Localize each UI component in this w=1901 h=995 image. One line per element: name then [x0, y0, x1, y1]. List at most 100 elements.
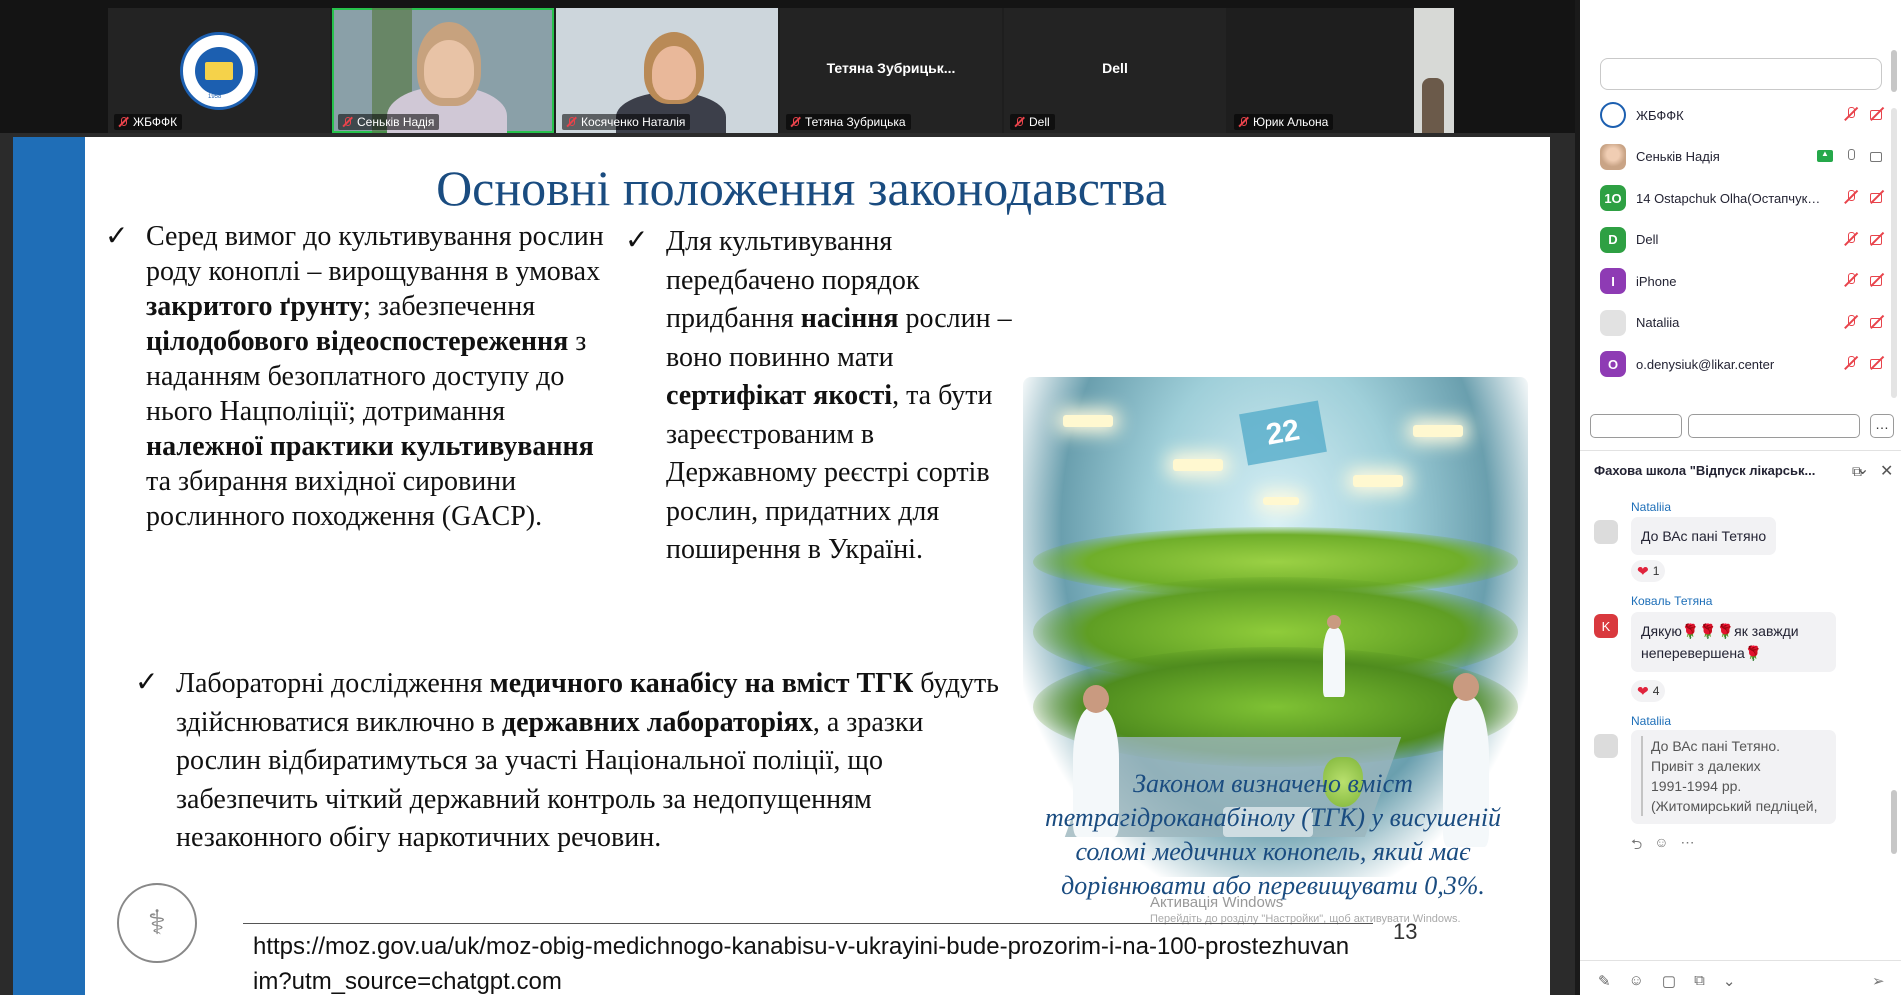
camera-off-icon[interactable] — [1869, 272, 1885, 288]
invite-button[interactable] — [1590, 414, 1682, 438]
mic-muted-icon — [565, 116, 577, 128]
video-tile-tetiana-zubrytska[interactable]: Тетяна Зубрицьк... Тетяна Зубрицька — [780, 8, 1002, 133]
mic-muted-icon[interactable] — [1843, 189, 1859, 205]
chat-message[interactable]: До ВАс пані Тетяно. Привіт з далеких 199… — [1631, 730, 1836, 824]
participant-avatar: 1O — [1600, 185, 1626, 211]
participant-row[interactable]: ЖБФФК — [1600, 98, 1885, 132]
participant-row[interactable]: Nataliia — [1600, 306, 1885, 340]
camera-off-icon[interactable] — [1869, 189, 1885, 205]
participant-row[interactable]: 1O 14 Ostapchuk Olha(Остапчук О... — [1600, 181, 1885, 215]
more-icon[interactable]: ⋯ — [1681, 834, 1695, 858]
mic-muted-icon[interactable] — [1843, 272, 1859, 288]
mic-muted-icon[interactable] — [1843, 314, 1859, 330]
participants-scrollbar-top[interactable] — [1891, 50, 1897, 92]
mic-muted-icon[interactable] — [1843, 355, 1859, 371]
slide-caption: Законом визначено вміст тетрагідроканабі… — [1044, 769, 1502, 900]
chat-sender: Коваль Тетяна — [1631, 594, 1713, 608]
windows-activation-title: Активація Windows — [1150, 894, 1284, 911]
tile-name: Тетяна Зубрицька — [805, 115, 906, 129]
screenshot-icon[interactable]: ⧉ — [1694, 972, 1705, 990]
quote-line: (Житомирський педліцей, — [1651, 798, 1818, 814]
popout-icon[interactable]: ⧉ — [1852, 463, 1862, 480]
participant-search-input[interactable] — [1600, 58, 1882, 90]
chat-message[interactable]: До ВАс пані Тетяно — [1631, 517, 1777, 555]
tile-name-bar: Косяченко Наталія — [562, 114, 691, 130]
camera-off-icon[interactable] — [1869, 314, 1885, 330]
heart-icon: ❤ — [1637, 562, 1649, 579]
bullet-text-segment: Серед вимог до культивування рослин роду… — [146, 221, 604, 287]
mute-all-button[interactable] — [1688, 414, 1860, 438]
tile-name: Косяченко Наталія — [581, 115, 686, 129]
presentation-slide: Основні положення законодавства ✓ Серед … — [13, 137, 1550, 995]
video-strip: 1958 ЖБФФК Сеньків Надія Косяченко Натал… — [0, 0, 1575, 133]
tile-display-name: Dell — [1102, 60, 1128, 76]
heart-reaction[interactable]: ❤ 4 — [1631, 680, 1666, 702]
participant-row[interactable]: IiPhone — [1600, 264, 1885, 298]
mic-icon[interactable] — [1843, 148, 1859, 164]
checkmark-icon: ✓ — [625, 225, 649, 256]
rose-icon: 🌹 — [1744, 645, 1763, 661]
participant-name: Сеньків Надія — [1636, 149, 1720, 164]
participants-scrollbar[interactable] — [1891, 108, 1897, 398]
message-actions: ⮌ ☺ ⋯ — [1631, 834, 1695, 858]
rose-icon: 🌹🌹🌹 — [1681, 623, 1735, 639]
participant-row[interactable]: D Dell — [1600, 223, 1885, 257]
bullet-text-segment: Лабораторні дослідження — [176, 668, 490, 699]
more-options-button[interactable]: … — [1870, 414, 1894, 438]
chat-scrollbar[interactable] — [1891, 790, 1897, 854]
chat-input-divider — [1580, 960, 1901, 961]
participant-avatar: D — [1600, 226, 1626, 253]
participant-avatar: I — [1600, 268, 1626, 294]
video-tile-yuryk-alona[interactable]: Юрик Альона — [1228, 8, 1454, 133]
bullet-text-segment: сертифікат якості — [666, 380, 893, 411]
heart-reaction[interactable]: ❤ 1 — [1631, 560, 1666, 582]
format-icon[interactable]: ✎ — [1598, 972, 1611, 990]
participant-name: Dell — [1636, 232, 1659, 247]
video-tile-dell[interactable]: Dell Dell — [1004, 8, 1226, 133]
participant-status-icons — [1817, 148, 1885, 164]
bullet-text-segment: закритого ґрунту — [146, 291, 364, 322]
chat-sender: Nataliia — [1631, 500, 1672, 514]
mic-muted-icon[interactable] — [1843, 231, 1859, 247]
participant-status-icons — [1843, 231, 1885, 247]
file-icon[interactable]: ▢ — [1662, 972, 1676, 990]
video-tile-kosiachenko-nataliia[interactable]: Косяченко Наталія — [556, 8, 778, 133]
slide-number: 13 — [1393, 919, 1418, 944]
close-icon[interactable]: ✕ — [1880, 461, 1893, 481]
participant-name: ЖБФФК — [1636, 107, 1684, 123]
participant-avatar: O — [1600, 351, 1626, 377]
quote-line: До ВАс пані Тетяно. — [1651, 738, 1781, 754]
tile-name-bar: Юрик Альона — [1234, 114, 1334, 130]
mic-muted-icon[interactable] — [1843, 106, 1859, 122]
slide-title: Основні положення законодавства — [436, 160, 1167, 216]
bullet-text-segment: медичного канабісу на вміст ТГК — [489, 668, 914, 699]
camera-off-icon[interactable] — [1869, 106, 1885, 122]
participant-name: Nataliia — [1636, 315, 1680, 330]
participant-name: 14 Ostapchuk Olha(Остапчук О... — [1636, 190, 1821, 206]
chat-message[interactable]: Дякую🌹🌹🌹як завжди неперевершена🌹 — [1631, 612, 1836, 672]
camera-off-icon[interactable] — [1869, 231, 1885, 247]
tile-name: Dell — [1029, 115, 1050, 129]
chat-title: Фахова школа "Відпуск лікарськ... — [1594, 463, 1816, 478]
send-icon[interactable]: ➢ — [1872, 972, 1885, 990]
video-tile-zhbffk[interactable]: 1958 ЖБФФК — [108, 8, 330, 133]
mic-muted-icon — [1013, 116, 1025, 128]
chevron-down-icon[interactable]: ⌄ — [1723, 972, 1736, 990]
camera-off-icon[interactable] — [1869, 355, 1885, 371]
reply-icon[interactable]: ⮌ — [1631, 834, 1642, 858]
participant-status-icons — [1843, 272, 1885, 288]
participant-avatar — [1600, 309, 1626, 336]
participant-row[interactable]: Сеньків Надія — [1600, 140, 1885, 174]
mic-muted-icon — [341, 116, 353, 128]
emoji-icon[interactable]: ☺ — [1654, 834, 1668, 858]
tile-display-name: Тетяна Зубрицьк... — [826, 60, 956, 76]
emoji-icon[interactable]: ☺ — [1629, 972, 1644, 990]
share-screen-icon — [1817, 149, 1833, 162]
video-tile-senkiv-nadiia[interactable]: Сеньків Надія — [332, 8, 554, 133]
mic-muted-icon — [117, 116, 129, 128]
participant-row[interactable]: Oo.denysiuk@likar.center — [1600, 347, 1885, 381]
participant-name: o.denysiuk@likar.center — [1636, 356, 1775, 372]
camera-icon[interactable] — [1869, 148, 1885, 164]
tile-name: ЖБФФК — [133, 115, 178, 129]
bullet-laboratory-testing: Лабораторні дослідження медичного канабі… — [176, 665, 1006, 858]
